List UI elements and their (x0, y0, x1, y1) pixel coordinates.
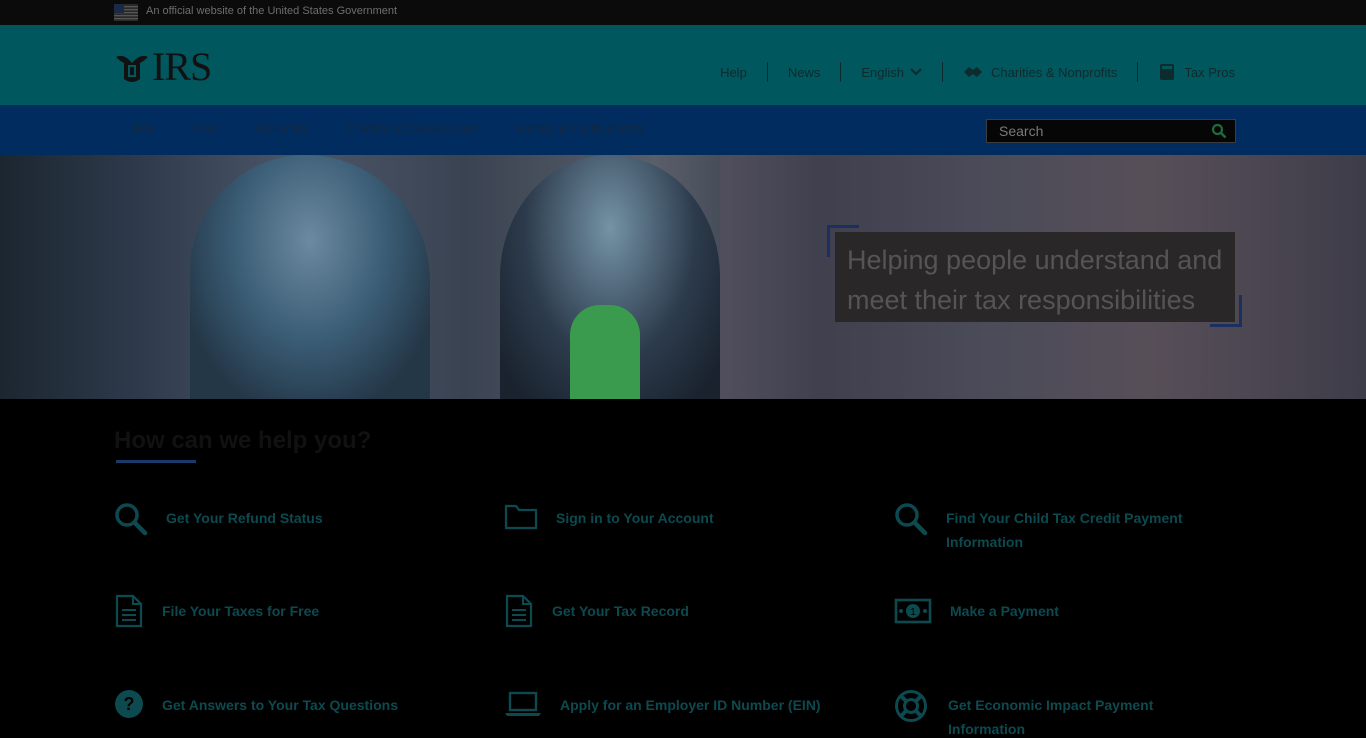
tile-icon: ? (114, 689, 148, 719)
irs-logo[interactable]: IRS (114, 44, 212, 89)
tax-pros-link[interactable]: Tax Pros (1138, 62, 1235, 82)
irs-wordmark: IRS (152, 44, 212, 89)
irs-eagle-seal-icon (116, 55, 148, 82)
charities-label: Charities & Nonprofits (990, 64, 1118, 80)
tile-file-free[interactable]: File Your Taxes for Free (114, 594, 319, 628)
hero-person-left (190, 155, 430, 399)
nav-forms-instructions[interactable]: Forms & Instructions (496, 120, 662, 136)
hero-scarf (570, 305, 640, 399)
tile-tax-record[interactable]: Get Your Tax Record (504, 594, 689, 628)
search-box (986, 119, 1236, 143)
help-link[interactable]: Help (700, 62, 767, 82)
tile-icon (894, 689, 930, 723)
search-input[interactable] (987, 120, 1207, 142)
tile-icon: 1 (894, 598, 936, 624)
charities-link[interactable]: Charities & Nonprofits (943, 62, 1137, 82)
search-icon (115, 503, 148, 536)
tile-icon (894, 502, 930, 536)
search-icon (895, 503, 928, 536)
news-link-label: News (787, 64, 821, 80)
tile-economic-impact[interactable]: Get Economic Impact Payment Information (894, 689, 1194, 738)
book-icon (1160, 64, 1175, 80)
document-icon (115, 594, 143, 628)
tile-label: File Your Taxes for Free (162, 603, 320, 619)
money-icon: 1 (894, 598, 932, 624)
hero-caption: Helping people understand and meet their… (835, 232, 1235, 322)
tile-child-tax-credit[interactable]: Find Your Child Tax Credit Payment Infor… (894, 502, 1214, 554)
tile-label: Get Economic Impact Payment Information (948, 697, 1154, 737)
tile-icon (504, 502, 540, 530)
tile-label: Apply for an Employer ID Number (EIN) (560, 697, 821, 713)
tile-label: Find Your Child Tax Credit Payment Infor… (946, 510, 1183, 550)
tile-label: Make a Payment (950, 603, 1059, 619)
tile-icon (114, 594, 148, 628)
tile-icon (504, 594, 538, 628)
tile-make-payment[interactable]: 1 Make a Payment (894, 598, 1059, 624)
tile-tax-questions[interactable]: ? Get Answers to Your Tax Questions (114, 689, 398, 719)
news-link[interactable]: News (768, 62, 841, 82)
search-icon[interactable] (1211, 123, 1227, 139)
help-link-label: Help (720, 64, 747, 80)
us-flag-icon (114, 4, 138, 21)
svg-text:1: 1 (910, 607, 916, 618)
laptop-icon (505, 691, 541, 716)
help-section-title: How can we help you? (114, 427, 372, 454)
gov-banner: An official website of the United States… (0, 0, 1366, 25)
site-header: IRS Help News English Charities & Nonpro… (0, 25, 1366, 105)
hero-caption-line1: Helping people understand and (847, 245, 1223, 275)
hero-caption-line2: meet their tax responsibilities (847, 285, 1196, 315)
nav-credits-deductions[interactable]: Credits & Deductions (327, 120, 497, 136)
tile-label: Get Answers to Your Tax Questions (162, 697, 398, 713)
folder-icon (504, 504, 538, 530)
handshake-icon (963, 67, 982, 77)
language-selector[interactable]: English (841, 62, 942, 82)
chevron-down-icon (910, 68, 922, 76)
gov-banner-text: An official website of the United States… (146, 5, 398, 17)
tile-refund-status[interactable]: Get Your Refund Status (114, 502, 323, 536)
tile-label: Get Your Tax Record (552, 603, 689, 619)
tile-sign-in[interactable]: Sign in to Your Account (504, 502, 714, 530)
tile-icon (114, 502, 150, 536)
nav-refunds[interactable]: Refunds (237, 120, 327, 136)
utility-nav: Help News English Charities & Nonprofits… (700, 58, 1235, 86)
language-label: English (861, 64, 904, 80)
tax-pros-label: Tax Pros (1184, 64, 1235, 80)
tile-label: Get Your Refund Status (166, 510, 323, 526)
svg-text:?: ? (124, 694, 135, 714)
nav-pay[interactable]: Pay (175, 120, 237, 136)
document-icon (505, 594, 533, 628)
question-icon: ? (115, 690, 143, 718)
main-nav-links: File Pay Refunds Credits & Deductions Fo… (114, 120, 663, 136)
tile-label: Sign in to Your Account (556, 510, 714, 526)
tile-apply-ein[interactable]: Apply for an Employer ID Number (EIN) (504, 691, 821, 717)
title-underline (116, 460, 196, 463)
nav-file[interactable]: File (114, 120, 175, 136)
hero-corner-accent (1210, 295, 1242, 327)
tile-icon (504, 691, 544, 717)
lifebuoy-icon (895, 690, 927, 722)
